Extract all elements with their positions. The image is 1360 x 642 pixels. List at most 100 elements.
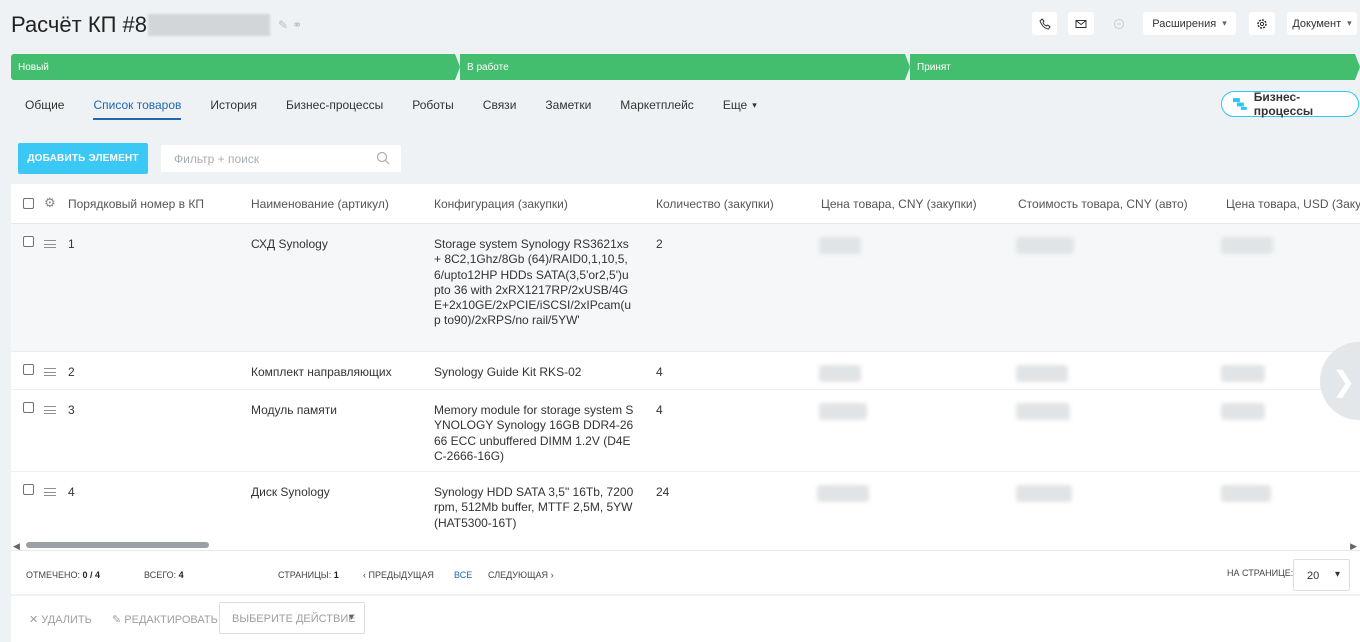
drag-handle-icon[interactable] xyxy=(44,406,56,414)
pencil-icon[interactable]: ✎ xyxy=(278,18,288,32)
tab-links[interactable]: Связи xyxy=(483,92,517,118)
cell-number: 3 xyxy=(68,403,75,417)
redacted-id xyxy=(148,14,271,36)
column-header-name[interactable]: Наименование (артикул) xyxy=(251,197,389,211)
cell-quantity: 24 xyxy=(656,485,670,499)
action-bar: ✕ УДАЛИТЬ ✎ РЕДАКТИРОВАТЬ ВЫБЕРИТЕ ДЕЙСТ… xyxy=(11,596,1360,642)
drag-handle-icon[interactable] xyxy=(44,240,56,248)
checked-label: ОТМЕЧЕНО: xyxy=(26,570,80,580)
stage-new[interactable]: Новый xyxy=(11,54,460,80)
horizontal-scrollbar[interactable]: ◀ ▶ xyxy=(11,540,1360,551)
next-page-link[interactable]: СЛЕДУЮЩАЯ › xyxy=(488,570,554,580)
cell-number: 1 xyxy=(68,237,75,251)
header: Расчёт КП #8 ✎ ⚭ Расширения ▾ Документ ▾ xyxy=(0,0,1360,50)
cell-name: СХД Synology xyxy=(251,237,328,251)
prev-page-link[interactable]: ‹ ПРЕДЫДУЩАЯ xyxy=(363,570,434,580)
row-checkbox[interactable] xyxy=(23,364,34,375)
business-process-button[interactable]: Бизнес-процессы xyxy=(1221,90,1359,118)
business-process-icon xyxy=(1232,98,1247,110)
tab-marketplace[interactable]: Маркетплейс xyxy=(620,92,694,118)
tab-business-processes[interactable]: Бизнес-процессы xyxy=(286,92,383,118)
prev-label: ПРЕДЫДУЩАЯ xyxy=(368,570,434,580)
filter-search-box[interactable] xyxy=(161,145,401,172)
redacted-price-usd xyxy=(1221,403,1265,420)
action-select[interactable]: ВЫБЕРИТЕ ДЕЙСТВИЕ ▾ xyxy=(219,602,365,634)
table-row[interactable]: 2 Комплект направляющих Synology Guide K… xyxy=(11,352,1360,390)
row-checkbox[interactable] xyxy=(23,402,34,413)
total-count: ВСЕГО: 4 xyxy=(144,570,184,580)
table-row[interactable]: 3 Модуль памяти Memory module for storag… xyxy=(11,390,1360,472)
settings-button[interactable] xyxy=(1249,12,1275,35)
phone-icon xyxy=(1038,17,1051,30)
chevron-left-icon: ‹ xyxy=(363,570,366,580)
tab-more-label: Еще xyxy=(722,98,748,112)
chevron-down-icon: ▾ xyxy=(1347,18,1352,28)
chevron-down-icon: ▾ xyxy=(348,612,354,623)
cell-config: Synology Guide Kit RKS-02 xyxy=(434,365,582,379)
cell-config: Memory module for storage system SYNOLOG… xyxy=(434,403,634,463)
chevron-down-icon: ▾ xyxy=(1222,18,1227,28)
tab-products[interactable]: Список товаров xyxy=(93,92,181,120)
column-header-config[interactable]: Конфигурация (закупки) xyxy=(434,197,568,211)
stage-in-progress[interactable]: В работе xyxy=(460,54,910,80)
products-grid: ⚙ Порядковый номер в КП Наименование (ар… xyxy=(11,184,1360,594)
cell-config: Storage system Synology RS3621xs+ 8C2,1G… xyxy=(434,237,632,328)
edit-button[interactable]: ✎ РЕДАКТИРОВАТЬ xyxy=(112,613,218,626)
drag-handle-icon[interactable] xyxy=(44,368,56,376)
page-title: Расчёт КП #8 ✎ ⚭ xyxy=(11,12,302,38)
phone-button[interactable] xyxy=(1032,12,1057,35)
column-header-price-cny[interactable]: Цена товара, CNY (закупки) xyxy=(821,197,977,211)
chevron-right-icon: ❯ xyxy=(1332,366,1356,397)
total-value: 4 xyxy=(178,570,184,580)
all-pages-link[interactable]: ВСЕ xyxy=(454,570,472,580)
scrollbar-thumb[interactable] xyxy=(26,542,209,548)
redacted-price-cny xyxy=(817,485,869,502)
link-icon[interactable]: ⚭ xyxy=(292,18,302,32)
tab-history[interactable]: История xyxy=(210,92,257,118)
checked-count: ОТМЕЧЕНО: 0 / 4 xyxy=(26,570,100,580)
document-button[interactable]: Документ ▾ xyxy=(1287,12,1357,35)
tab-robots[interactable]: Роботы xyxy=(412,92,454,118)
stage-bar: Новый В работе Принят xyxy=(11,54,1360,80)
redacted-cost-cny xyxy=(1016,485,1072,502)
chevron-down-icon: ▾ xyxy=(1334,569,1340,580)
cell-name: Модуль памяти xyxy=(251,403,337,417)
add-element-button[interactable]: ДОБАВИТЬ ЭЛЕМЕНТ xyxy=(18,143,148,174)
table-row[interactable]: 1 СХД Synology Storage system Synology R… xyxy=(11,224,1360,352)
sync-button[interactable] xyxy=(1107,12,1131,35)
column-header-quantity[interactable]: Количество (закупки) xyxy=(656,197,774,211)
action-select-label: ВЫБЕРИТЕ ДЕЙСТВИЕ xyxy=(232,613,356,625)
cell-name: Комплект направляющих xyxy=(251,365,392,379)
select-all-checkbox[interactable] xyxy=(23,198,34,209)
redacted-price-cny xyxy=(819,403,867,420)
total-label: ВСЕГО: xyxy=(144,570,177,580)
stage-accepted[interactable]: Принят xyxy=(910,54,1360,80)
tab-notes[interactable]: Заметки xyxy=(545,92,591,118)
pages-value: 1 xyxy=(333,570,339,580)
mail-button[interactable] xyxy=(1068,12,1094,35)
filter-search-input[interactable] xyxy=(174,151,364,166)
row-checkbox[interactable] xyxy=(23,236,34,247)
delete-label: УДАЛИТЬ xyxy=(41,614,92,626)
tab-more[interactable]: Еще ▾ xyxy=(723,92,757,118)
document-label: Документ xyxy=(1292,17,1342,30)
column-header-cost-cny[interactable]: Стоимость товара, CNY (авто) xyxy=(1018,197,1188,211)
row-checkbox[interactable] xyxy=(23,484,34,495)
pages: СТРАНИЦЫ: 1 xyxy=(278,570,339,580)
cell-quantity: 4 xyxy=(656,403,663,417)
table-row[interactable]: 4 Диск Synology Synology HDD SATA 3,5" 1… xyxy=(11,472,1360,540)
search-icon[interactable] xyxy=(376,151,390,165)
extensions-button[interactable]: Расширения ▾ xyxy=(1143,12,1236,35)
per-page-label: НА СТРАНИЦЕ: xyxy=(1227,568,1294,578)
delete-button[interactable]: ✕ УДАЛИТЬ xyxy=(29,613,92,626)
tab-general[interactable]: Общие xyxy=(25,92,64,118)
drag-handle-icon[interactable] xyxy=(44,488,56,496)
per-page-value: 20 xyxy=(1307,570,1320,582)
next-label: СЛЕДУЮЩАЯ xyxy=(488,570,549,580)
column-header-number[interactable]: Порядковый номер в КП xyxy=(68,197,204,211)
chevron-right-icon: › xyxy=(550,570,554,580)
cell-quantity: 4 xyxy=(656,365,663,379)
column-header-price-usd[interactable]: Цена товара, USD (Закупк xyxy=(1226,197,1360,211)
grid-settings-gear-icon[interactable]: ⚙ xyxy=(44,195,56,211)
per-page-select[interactable]: 20 ▾ xyxy=(1293,559,1350,591)
